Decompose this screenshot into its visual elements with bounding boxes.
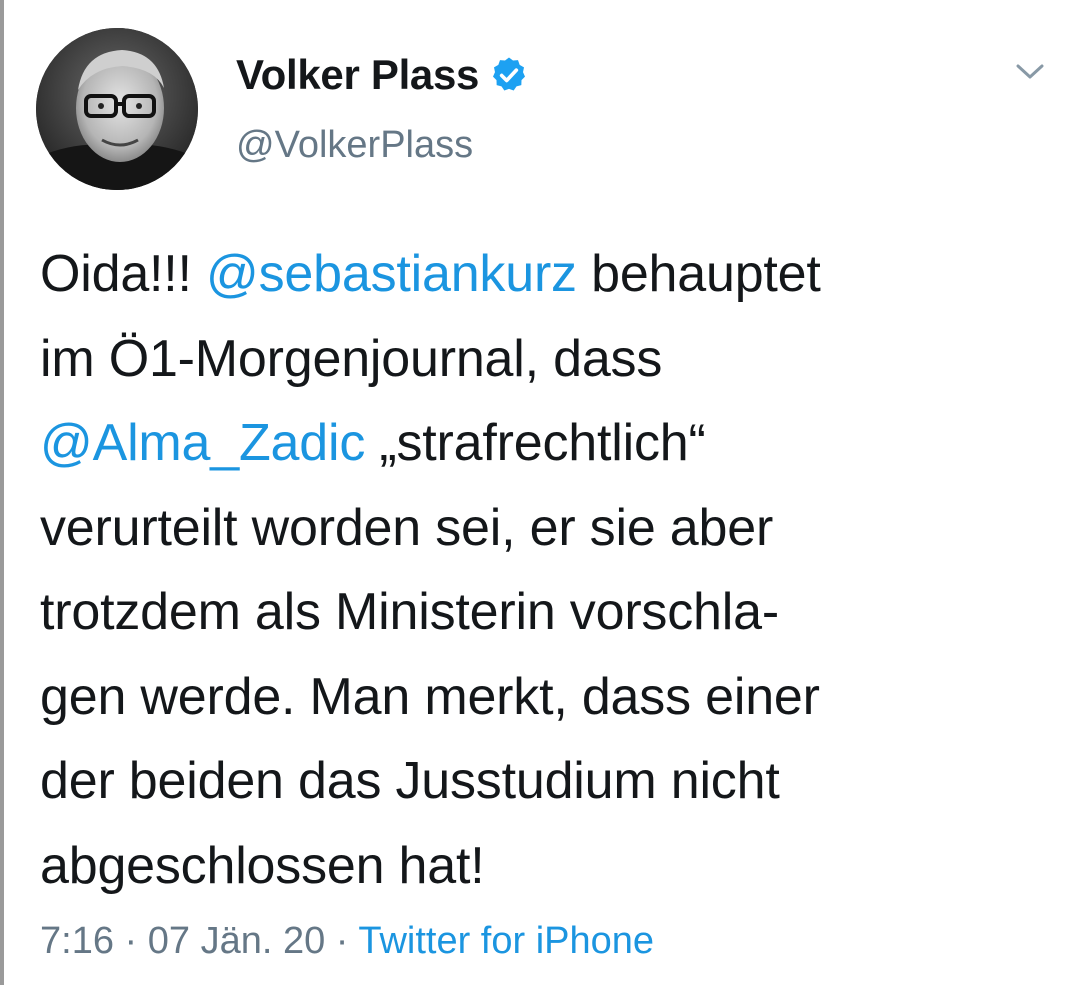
tweet-meta: 7:16 · 07 Jän. 20 · Twitter for iPhone [40, 920, 654, 963]
tweet-line: trotzdem als Ministerin vorschla- [40, 570, 1050, 655]
left-border [0, 0, 4, 985]
tweet-line: im Ö1-Morgenjournal, dass [40, 317, 1050, 402]
verified-badge-icon [489, 55, 529, 95]
tweet-date[interactable]: 07 Jän. 20 [148, 920, 325, 962]
mention-link[interactable]: @sebastiankurz [206, 245, 577, 303]
profile-photo-icon [36, 28, 198, 190]
line-text: gen werde. Man merkt, dass einer [40, 667, 820, 726]
mention-link[interactable]: @Alma_Zadic [40, 414, 365, 472]
tweet-line: abgeschlossen hat! [40, 824, 1050, 909]
tweet-text: Oida!!! @sebastiankurz behauptet im Ö1-M… [40, 232, 1050, 908]
tweet-time[interactable]: 7:16 [40, 920, 114, 962]
tweet-line: @Alma_Zadic „strafrechtlich“ [40, 401, 1050, 486]
tweet-line: Oida!!! @sebastiankurz behauptet [40, 232, 1050, 317]
line-text: trotzdem als Ministerin vorschla- [40, 583, 779, 641]
tweet-card: Volker Plass @VolkerPlass Oida!!! @sebas… [0, 0, 1080, 985]
avatar[interactable] [36, 28, 198, 190]
line-text: im Ö1-Morgenjournal, dass [40, 329, 663, 388]
line-text: Oida!!! [40, 245, 207, 303]
tweet-line: der beiden das Jusstudium nicht [40, 739, 1050, 824]
line-text: verurteilt worden sei, er sie aber [40, 498, 774, 557]
display-name[interactable]: Volker Plass [236, 51, 479, 99]
tweet-line: gen werde. Man merkt, dass einer [40, 655, 1050, 740]
line-text: abgeschlossen hat! [40, 836, 485, 895]
chevron-down-icon[interactable] [1012, 56, 1048, 86]
meta-separator: · [335, 920, 349, 962]
tweet-line: verurteilt worden sei, er sie aber [40, 486, 1050, 571]
meta-separator: · [124, 920, 138, 962]
author-handle[interactable]: @VolkerPlass [236, 124, 473, 167]
line-text: „strafrechtlich“ [365, 414, 706, 472]
author-name-row[interactable]: Volker Plass [236, 50, 529, 100]
tweet-source-link[interactable]: Twitter for iPhone [358, 920, 654, 962]
line-text: der beiden das Jusstudium nicht [40, 752, 780, 810]
line-text: behauptet [576, 245, 821, 303]
